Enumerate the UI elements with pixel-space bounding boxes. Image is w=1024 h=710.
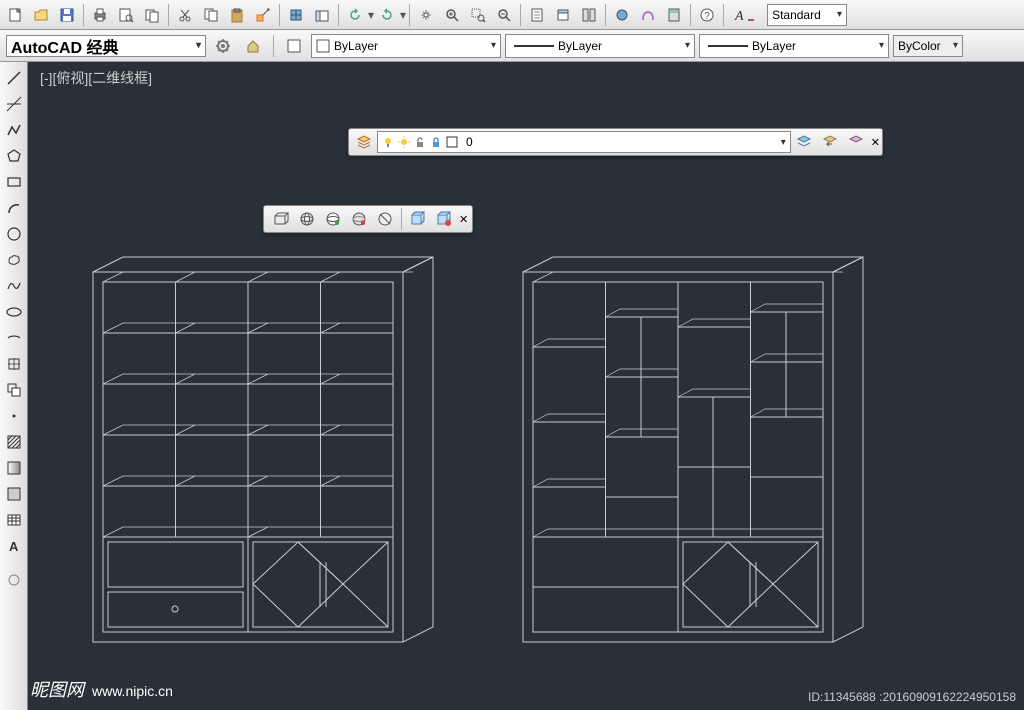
ellipse-arc-tool[interactable] <box>2 326 26 350</box>
text-style-btn[interactable]: A <box>728 3 760 27</box>
cut-btn[interactable] <box>173 3 197 27</box>
text-style-value: Standard <box>772 8 821 22</box>
rectangle-tool[interactable] <box>2 170 26 194</box>
design-center-btn[interactable] <box>310 3 334 27</box>
color-dropdown[interactable]: ByLayer <box>311 34 501 58</box>
properties-toolbar: AutoCAD 经典 ByLayer ByLayer ByLayer ByCol… <box>0 30 1024 62</box>
main-toolbar: ▾ ▾ ? A Standard <box>0 0 1024 30</box>
undo-dropdown-icon[interactable]: ▾ <box>368 8 374 22</box>
publish-btn[interactable] <box>140 3 164 27</box>
open-file-btn[interactable] <box>29 3 53 27</box>
print-preview-btn[interactable] <box>114 3 138 27</box>
separator <box>338 4 339 26</box>
point-tool[interactable] <box>2 404 26 428</box>
watermark: 昵图网 www.nipic.cn <box>30 676 173 702</box>
color-picker-btn[interactable] <box>282 34 306 58</box>
workspace-dropdown[interactable]: AutoCAD 经典 <box>6 35 206 57</box>
separator <box>520 4 521 26</box>
mtext-tool[interactable]: A <box>2 534 26 558</box>
match-props-btn[interactable] <box>251 3 275 27</box>
workspace-value: AutoCAD 经典 <box>11 34 119 58</box>
footer-id: ID:11345688 :20160909162224950158 <box>808 690 1016 704</box>
plotstyle-dropdown[interactable]: ByColor <box>893 35 963 57</box>
svg-text:?: ? <box>704 11 710 22</box>
copy-btn[interactable] <box>199 3 223 27</box>
construction-line-tool[interactable] <box>2 92 26 116</box>
hatch-tool[interactable] <box>2 430 26 454</box>
ellipse-tool[interactable] <box>2 300 26 324</box>
separator <box>168 4 169 26</box>
save-btn[interactable] <box>55 3 79 27</box>
lineweight-dropdown[interactable]: ByLayer <box>699 34 889 58</box>
spline-tool[interactable] <box>2 274 26 298</box>
paste-btn[interactable] <box>225 3 249 27</box>
quickcalc-btn[interactable] <box>662 3 686 27</box>
plotstyle-value: ByColor <box>898 39 941 53</box>
block-editor-btn[interactable] <box>284 3 308 27</box>
pan-btn[interactable] <box>414 3 438 27</box>
color-value: ByLayer <box>334 39 378 53</box>
markup-btn[interactable] <box>636 3 660 27</box>
separator <box>409 4 410 26</box>
separator <box>723 4 724 26</box>
watermark-brand: 昵图网 <box>30 676 84 702</box>
table-tool[interactable] <box>2 508 26 532</box>
line-tool[interactable] <box>2 66 26 90</box>
lineweight-swatch <box>708 45 748 47</box>
linetype-swatch <box>514 45 554 47</box>
text-style-dropdown[interactable]: Standard <box>767 4 847 26</box>
svg-text:A: A <box>9 539 19 554</box>
workspace-home-btn[interactable] <box>241 34 265 58</box>
linetype-dropdown[interactable]: ByLayer <box>505 34 695 58</box>
svg-text:A: A <box>734 9 744 23</box>
draw-toolbar: A <box>0 62 28 710</box>
render-btn[interactable] <box>610 3 634 27</box>
separator <box>605 4 606 26</box>
separator <box>279 4 280 26</box>
circle-tool[interactable] <box>2 222 26 246</box>
redo-btn[interactable] <box>375 3 399 27</box>
sheet-set-btn[interactable] <box>551 3 575 27</box>
linetype-value: ByLayer <box>558 39 602 53</box>
separator <box>690 4 691 26</box>
properties-btn[interactable] <box>525 3 549 27</box>
make-block-tool[interactable] <box>2 378 26 402</box>
zoom-previous-btn[interactable] <box>492 3 516 27</box>
canvas[interactable] <box>28 62 1024 710</box>
help-btn[interactable]: ? <box>695 3 719 27</box>
insert-block-tool[interactable] <box>2 352 26 376</box>
polygon-tool[interactable] <box>2 144 26 168</box>
zoom-window-btn[interactable] <box>466 3 490 27</box>
gradient-tool[interactable] <box>2 456 26 480</box>
tool-palette-btn[interactable] <box>577 3 601 27</box>
print-btn[interactable] <box>88 3 112 27</box>
zoom-realtime-btn[interactable] <box>440 3 464 27</box>
region-tool[interactable] <box>2 482 26 506</box>
polyline-tool[interactable] <box>2 118 26 142</box>
watermark-url: www.nipic.cn <box>92 683 173 699</box>
revcloud-tool[interactable] <box>2 248 26 272</box>
lineweight-value: ByLayer <box>752 39 796 53</box>
workspace-settings-btn[interactable] <box>211 34 235 58</box>
bylayer-color-swatch <box>316 39 330 53</box>
arc-tool[interactable] <box>2 196 26 220</box>
extra-tool-1[interactable] <box>2 568 26 592</box>
new-file-btn[interactable] <box>3 3 27 27</box>
separator <box>83 4 84 26</box>
undo-btn[interactable] <box>343 3 367 27</box>
redo-dropdown-icon[interactable]: ▾ <box>400 8 406 22</box>
separator <box>273 35 274 57</box>
